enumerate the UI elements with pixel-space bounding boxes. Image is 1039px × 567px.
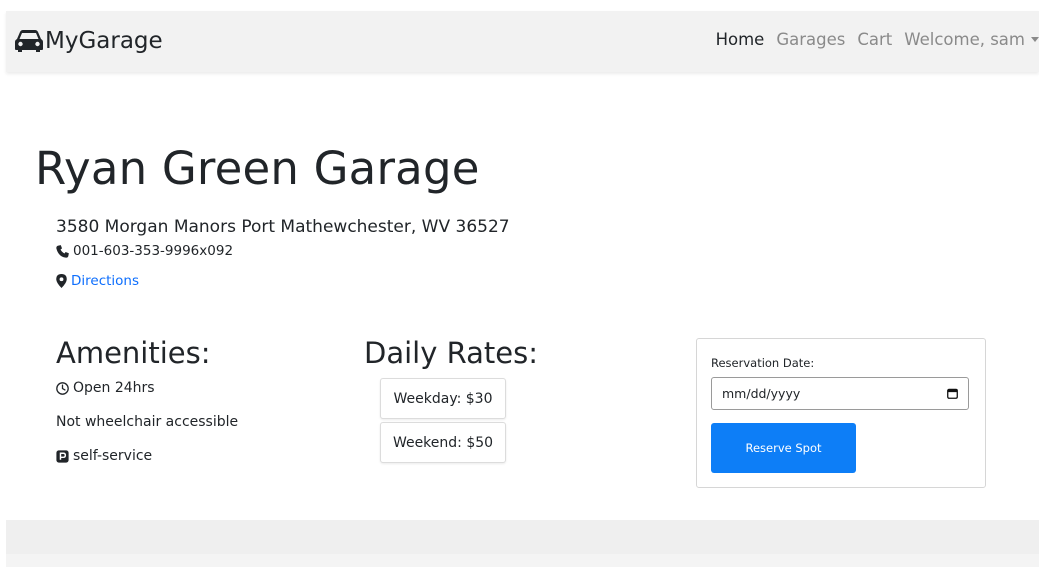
garage-address: 3580 Morgan Manors Port Mathewchester, W… <box>56 217 510 237</box>
amenity-hours-text: Open 24hrs <box>73 380 155 396</box>
reserve-spot-button[interactable]: Reserve Spot <box>711 423 856 473</box>
amenity-hours: Open 24hrs <box>56 380 155 396</box>
directions-row: Directions <box>56 273 139 289</box>
footer-strip <box>6 554 1039 567</box>
garage-title: Ryan Green Garage <box>35 142 480 195</box>
clock-icon <box>56 381 69 395</box>
car-icon <box>15 30 43 52</box>
reservation-card: Reservation Date: mm/dd/yyyy Reserve Spo… <box>696 338 986 488</box>
reservation-date-label: Reservation Date: <box>711 356 815 370</box>
amenity-accessibility: Not wheelchair accessible <box>56 414 238 430</box>
nav-link-home[interactable]: Home <box>716 30 765 49</box>
amenities-title: Amenities: <box>56 336 211 370</box>
brand-name: MyGarage <box>45 28 163 54</box>
weekend-rate: Weekend: $50 <box>380 422 506 463</box>
phone-row: 001-603-353-9996x092 <box>56 243 233 259</box>
brand-link[interactable]: MyGarage <box>14 28 163 54</box>
reservation-date-input[interactable]: mm/dd/yyyy <box>711 377 969 410</box>
nav-link-cart[interactable]: Cart <box>857 30 892 49</box>
daily-rates-title: Daily Rates: <box>364 336 538 370</box>
nav-links: Home Garages Cart Welcome, sam <box>704 30 1039 49</box>
parking-icon <box>56 449 69 463</box>
calendar-icon[interactable] <box>947 388 958 399</box>
amenity-service: self-service <box>56 448 152 464</box>
weekday-rate: Weekday: $30 <box>380 378 506 419</box>
amenity-accessibility-text: Not wheelchair accessible <box>56 414 239 430</box>
caret-down-icon <box>1031 37 1039 42</box>
phone-icon <box>56 244 69 258</box>
amenity-service-text: self-service <box>73 448 153 464</box>
nav-link-garages[interactable]: Garages <box>776 30 845 49</box>
directions-link[interactable]: Directions <box>71 273 139 289</box>
date-placeholder: mm/dd/yyyy <box>722 386 801 401</box>
page: MyGarage Home Garages Cart Welcome, sam … <box>0 0 1039 567</box>
map-marker-icon <box>56 274 67 288</box>
navbar: MyGarage Home Garages Cart Welcome, sam <box>6 11 1039 72</box>
user-menu-toggle[interactable]: Welcome, sam <box>904 30 1039 49</box>
garage-phone: 001-603-353-9996x092 <box>73 243 234 259</box>
user-greeting: Welcome, sam <box>904 30 1025 49</box>
